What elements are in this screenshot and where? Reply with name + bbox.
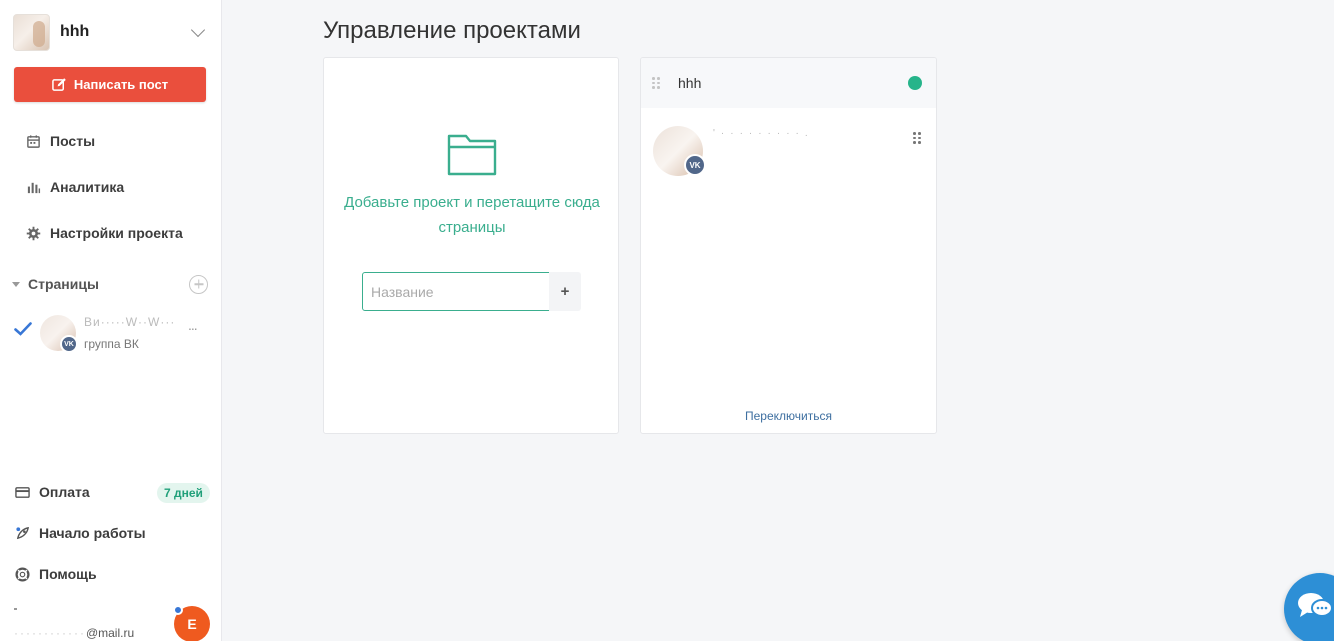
nav-getting-started[interactable]: Начало работы (15, 522, 146, 544)
project-card: hhh VK '·········. Переключиться (640, 57, 937, 434)
write-post-button[interactable]: Написать пост (14, 67, 206, 102)
rocket-icon (16, 526, 29, 539)
trial-days-badge: 7 дней (157, 483, 210, 503)
gear-icon (26, 226, 41, 240)
nav-help[interactable]: Помощь (15, 563, 97, 585)
project-card-header: hhh (641, 58, 936, 108)
nav-posts[interactable]: Посты (26, 130, 95, 152)
support-chat-button[interactable] (1284, 573, 1334, 641)
new-project-hint: Добавьте проект и перетащите сюда страни… (344, 194, 600, 236)
nav-posts-label: Посты (50, 133, 96, 149)
chat-bubbles-icon (1298, 593, 1333, 617)
project-page-name: '·········. (713, 128, 814, 139)
add-page-icon[interactable] (189, 274, 208, 294)
nav-project-settings[interactable]: Настройки проекта (26, 222, 183, 244)
nav-getting-started-label: Начало работы (39, 525, 146, 541)
lifebuoy-icon (15, 566, 30, 582)
calendar-icon (27, 134, 40, 148)
project-switcher[interactable]: hhh (13, 13, 209, 51)
page-title: Ви·····W··W··· (84, 315, 176, 329)
status-indicator (908, 76, 922, 90)
nav-billing-label: Оплата (39, 484, 90, 500)
folder-icon (447, 134, 497, 176)
page-list-item[interactable]: VK Ви·····W··W··· группа ВК ... (14, 313, 210, 357)
write-post-label: Написать пост (73, 77, 169, 92)
credit-card-icon (15, 486, 30, 498)
pages-label: Страницы (28, 276, 99, 292)
project-name: hhh (60, 23, 90, 40)
user-name-masked (14, 608, 17, 610)
sidebar: hhh Написать пост Посты Аналитика Настро… (0, 0, 222, 641)
user-email-domain: @mail.ru (85, 626, 135, 640)
vk-icon: VK (684, 154, 706, 176)
nav-analytics-label: Аналитика (50, 179, 125, 195)
check-icon (14, 322, 32, 336)
nav-analytics[interactable]: Аналитика (26, 176, 124, 198)
nav-billing[interactable]: Оплата (15, 481, 90, 503)
user-email: ············@mail.ru (14, 626, 134, 640)
project-name-input[interactable] (362, 272, 550, 311)
user-email-masked: ············ (14, 626, 86, 640)
pencil-square-icon (52, 78, 66, 91)
switch-project-link[interactable]: Переключиться (641, 409, 936, 423)
vk-icon: VK (60, 335, 78, 353)
drag-handle-icon[interactable] (652, 77, 660, 89)
page-drag-handle-icon[interactable] (913, 132, 921, 144)
project-card-title: hhh (678, 75, 702, 91)
nav-project-settings-label: Настройки проекта (50, 225, 183, 241)
new-project-card: Добавьте проект и перетащите сюда страни… (323, 57, 619, 434)
chevron-down-icon (190, 22, 206, 38)
page-title: Управление проектами (323, 17, 581, 44)
notification-dot (173, 605, 183, 615)
bar-chart-icon (27, 182, 41, 193)
caret-down-icon (12, 281, 20, 287)
pages-section-header[interactable]: Страницы (12, 273, 208, 295)
project-avatar (13, 13, 50, 51)
more-options-icon[interactable]: ... (188, 317, 198, 333)
page-subtitle: группа ВК (84, 337, 139, 351)
add-project-button[interactable]: + (549, 272, 581, 311)
nav-help-label: Помощь (39, 566, 97, 582)
